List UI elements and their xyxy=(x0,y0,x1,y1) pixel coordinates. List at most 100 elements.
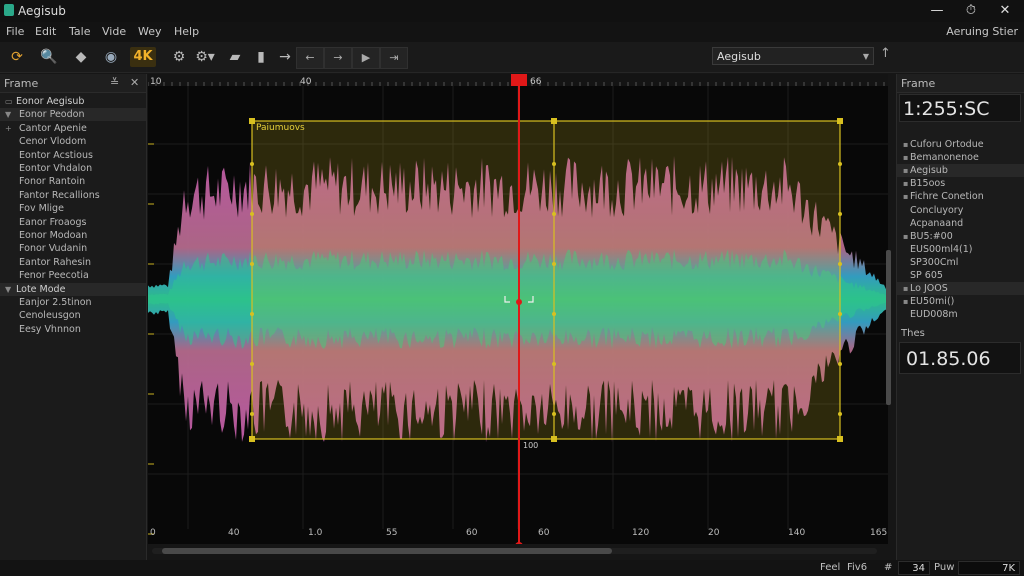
menu-file[interactable]: File xyxy=(6,25,24,38)
selection-edge-dot xyxy=(552,162,556,166)
right-panel-row[interactable]: ▪ EU50mi() xyxy=(897,295,1024,308)
search-icon[interactable]: 🔍 xyxy=(38,46,60,68)
left-panel-close-button[interactable]: ✕ xyxy=(130,76,139,89)
ruler-tick-label: 40 xyxy=(228,528,240,538)
prev-button[interactable]: ← xyxy=(296,47,324,69)
left-panel-row[interactable]: Eantor Rahesin xyxy=(0,256,146,269)
right-panel-title: Frame xyxy=(901,77,936,90)
row-bullet-icon: ▪ xyxy=(903,179,909,189)
left-panel-row[interactable]: Fenor Peecotia xyxy=(0,269,146,282)
forward-icon[interactable]: → xyxy=(274,46,296,68)
right-panel-row[interactable]: ▪ Cuforu Ortodue xyxy=(897,138,1024,151)
left-panel-row[interactable]: Eanor Froaogs xyxy=(0,216,146,229)
left-panel-row-label: Eonor Peodon xyxy=(19,109,85,121)
right-panel-row[interactable]: SP 605 xyxy=(897,269,1024,282)
settings-icon[interactable]: ⚙ xyxy=(168,46,190,68)
right-panel-row-label: Acpanaand xyxy=(910,217,964,229)
left-panel: Frame ≚ ✕ ▭ Eonor Aegisub ▼ Eonor Peodon + Ca… xyxy=(0,74,147,560)
left-panel-row[interactable]: Eontor Vhdalon xyxy=(0,162,146,175)
menu-video[interactable]: Vide xyxy=(102,25,126,38)
horizontal-scrollbar-thumb[interactable] xyxy=(162,548,612,554)
left-panel-row[interactable]: Eontor Acstious xyxy=(0,149,146,162)
selection-handle xyxy=(837,118,843,124)
selection-edge-dot xyxy=(250,412,254,416)
right-panel-row[interactable]: ▪ Fichre Conetion xyxy=(897,190,1024,203)
left-panel-row[interactable]: Fonor Vudanin xyxy=(0,242,146,255)
left-panel-row[interactable]: Cenoleusgon xyxy=(0,309,146,322)
right-panel-row-label: Bemanonenoe xyxy=(910,152,979,164)
left-panel-options-button[interactable]: ≚ xyxy=(110,76,119,89)
right-panel-row[interactable]: ▪ BU5:#00 xyxy=(897,230,1024,243)
vertical-scrollbar-thumb[interactable] xyxy=(886,250,891,405)
globe-icon[interactable]: ◉ xyxy=(100,46,122,68)
right-panel-row[interactable]: Concluyory xyxy=(897,204,1024,217)
diamond-icon[interactable]: ◆ xyxy=(70,46,92,68)
refresh-icon[interactable]: ⟳ xyxy=(6,46,28,68)
right-panel-row[interactable]: ▪ Lo JOOS xyxy=(897,282,1024,296)
left-panel-row[interactable]: ▭ Eonor Aegisub xyxy=(0,95,146,108)
play-button[interactable]: ▶ xyxy=(352,47,380,69)
left-panel-row-label: Fantor Recallions xyxy=(19,189,100,201)
right-panel-header: Frame xyxy=(897,74,1024,93)
style-select[interactable]: Aegisub ▼ xyxy=(712,47,874,65)
selection-label: Paiumuovs xyxy=(256,123,305,133)
right-panel-row[interactable]: ▪ Aegisub xyxy=(897,164,1024,178)
gear-dropdown-icon[interactable]: ⚙▾ xyxy=(194,46,216,68)
left-panel-row[interactable]: Cenor Vlodom xyxy=(0,135,146,148)
app-icon xyxy=(4,4,14,16)
left-panel-row[interactable]: Eesy Vhnnon xyxy=(0,323,146,336)
right-panel-row[interactable]: EUD008m xyxy=(897,308,1024,321)
ruler-tick-label: 60 xyxy=(538,528,550,538)
left-panel-row-label: Fenor Peecotia xyxy=(19,270,89,282)
row-bullet-icon: ▪ xyxy=(903,231,909,241)
folder-icon[interactable]: ▰ xyxy=(224,46,246,68)
right-panel-row[interactable]: Acpanaand xyxy=(897,217,1024,230)
bookmark-icon[interactable]: ▮ xyxy=(250,46,272,68)
right-panel-row[interactable]: ▪ Bemanonenoe xyxy=(897,151,1024,164)
left-panel-row[interactable]: Fantor Recallions xyxy=(0,189,146,202)
menu-help[interactable]: Help xyxy=(174,25,199,38)
right-panel-row[interactable]: EUS00ml4(1) xyxy=(897,243,1024,256)
close-button[interactable]: ✕ xyxy=(988,0,1022,22)
current-time-display[interactable]: 1:255:SC xyxy=(899,94,1021,122)
audio-waveform[interactable]: 10 40 66 Paiumuovs 100 xyxy=(148,74,888,544)
horizontal-scrollbar[interactable] xyxy=(152,548,877,554)
step-button[interactable]: ⇥ xyxy=(380,47,408,69)
selection-edge-dot xyxy=(552,212,556,216)
next-button[interactable]: → xyxy=(324,47,352,69)
selection-edge-dot xyxy=(552,412,556,416)
position-field[interactable]: 7K xyxy=(958,561,1020,575)
4k-button[interactable]: 4K xyxy=(130,47,156,67)
right-panel-row[interactable]: ▪ B15oos xyxy=(897,177,1024,190)
left-panel-row[interactable]: ▼ Lote Mode xyxy=(0,282,146,296)
frame-number-field[interactable]: 34 xyxy=(898,561,930,575)
menu-wey[interactable]: Wey xyxy=(138,25,162,38)
left-panel-row[interactable]: Fonor Rantoin xyxy=(0,175,146,188)
top-ruler-label: 40 xyxy=(300,77,312,87)
selection-edge-dot xyxy=(250,262,254,266)
left-panel-row[interactable]: ▼ Eonor Peodon xyxy=(0,108,146,122)
left-panel-row-label: Eonor Aegisub xyxy=(16,96,85,107)
waveform-canvas[interactable]: 10 40 66 Paiumuovs 100 xyxy=(148,74,888,544)
duration-display[interactable]: 01.85.06 xyxy=(899,342,1021,374)
selection-edge-dot xyxy=(838,412,842,416)
up-arrow-icon[interactable]: ↑ xyxy=(880,46,891,61)
selection-edge-dot xyxy=(552,312,556,316)
timer-icon[interactable]: ⏱ xyxy=(954,0,988,22)
menu-tale[interactable]: Tale xyxy=(69,25,90,38)
selection-edge-dot xyxy=(838,362,842,366)
selection-edge-dot xyxy=(838,162,842,166)
right-panel-row[interactable]: SP300Cml xyxy=(897,256,1024,269)
right-panel-row-label: EUS00ml4(1) xyxy=(910,243,973,255)
menu-edit[interactable]: Edit xyxy=(35,25,56,38)
selection-handle xyxy=(249,436,255,442)
left-panel-row-label: Eanor Froaogs xyxy=(19,216,87,228)
left-panel-row-label: Eanjor 2.5tinon xyxy=(19,297,92,308)
left-panel-row[interactable]: Eanjor 2.5tinon xyxy=(0,296,146,309)
left-panel-row[interactable]: Fov Mlige xyxy=(0,202,146,215)
left-panel-row-label: Eontor Vhdalon xyxy=(19,163,93,174)
window-title: Aegisub xyxy=(18,4,66,18)
left-panel-row[interactable]: Eonor Modoan xyxy=(0,229,146,242)
minimize-button[interactable]: — xyxy=(920,0,954,22)
left-panel-row[interactable]: + Cantor Apenie xyxy=(0,122,146,135)
